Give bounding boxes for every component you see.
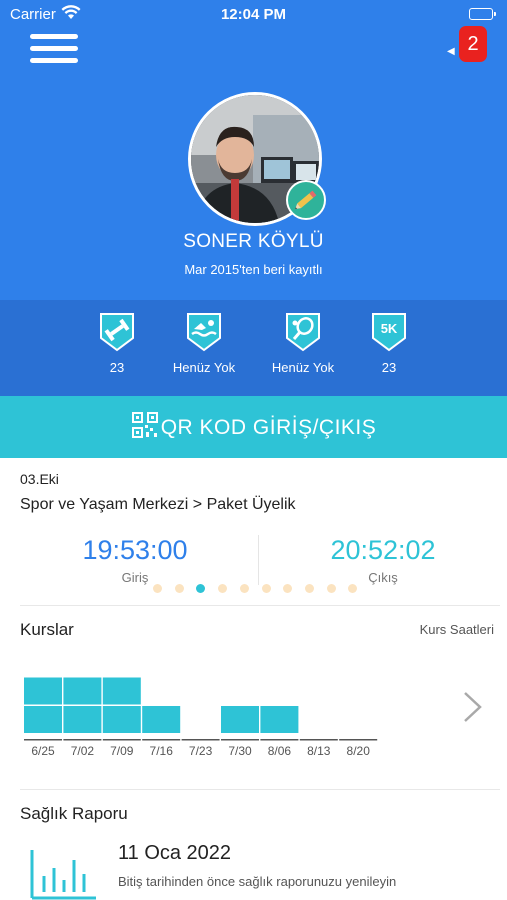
swimming-badge-icon [187,313,221,352]
divider [258,535,259,585]
entry-place: Spor ve Yaşam Merkezi > Paket Üyelik [20,496,296,513]
qr-code-icon [131,412,158,438]
5k-badge-icon: 5K [372,313,406,352]
x-tick-label: 7/02 [71,744,95,758]
badge-5k-text: 5K [381,321,398,336]
battery-icon [469,8,496,20]
bar-baseline [299,739,338,741]
badge-tennis[interactable]: Henüz Yok [253,312,353,375]
bar-baseline [260,739,299,741]
courses-title: Kurslar [20,620,74,639]
badge-label: 23 [381,360,397,375]
bar-block [24,706,62,733]
health-chart-icon [30,850,96,900]
pencil-icon [295,190,317,209]
x-tick-label: 7/30 [228,744,252,758]
notifications-button[interactable]: ◀ 2 [447,26,487,64]
page-dot[interactable] [196,584,206,593]
health-report-date: 11 Oca 2022 [118,842,232,864]
hamburger-menu-button[interactable] [30,34,78,70]
page-dot[interactable] [174,584,184,593]
bar-block [102,677,141,705]
page-dot[interactable] [153,584,162,593]
bar-baseline [181,739,220,741]
bar-block [260,706,299,733]
page-dot[interactable] [283,584,293,593]
tennis-badge-icon [286,313,320,352]
status-bar: Carrier 12:04 PM [0,0,507,28]
bell-icon: ◀ [447,46,455,57]
page-dot[interactable] [261,584,271,593]
courses-bar-chart[interactable]: 6/25 7/02 7/09 7/16 7/23 7/30 8/06 8/13 8/20 [24,676,444,766]
bar-baseline [221,739,259,741]
user-name: SONER KÖYLÜ [183,231,324,252]
member-since: Mar 2015'ten beri kayıtlı [184,262,323,277]
divider [20,605,500,606]
bar-block [142,706,181,733]
x-tick-label: 7/16 [150,744,174,758]
bar-baseline [142,739,181,741]
badge-dumbbell[interactable]: 23 [67,312,167,375]
bar-block [63,677,102,705]
badge-label: Henüz Yok [172,360,236,375]
edit-photo-button[interactable] [286,180,326,220]
bar-block [63,706,102,733]
divider [20,789,500,790]
checkin-label: Giriş [121,570,149,585]
bar-baseline [63,739,102,741]
bar-baseline [102,739,141,741]
bar-block [221,706,259,733]
badge-5k[interactable]: 5K 23 [339,312,439,375]
bar-baseline [339,739,378,741]
achievement-badges: 23 Henüz Yok Henüz Yok 5K 23 [0,300,507,396]
page-dot[interactable] [218,584,228,593]
bar-block [102,706,141,733]
badge-label: 23 [109,360,125,375]
page-dot[interactable] [348,584,358,593]
checkin-time: 19:53:00 [82,535,188,565]
checkout-time: 20:52:02 [330,535,436,565]
x-tick-label: 7/23 [189,744,213,758]
chevron-right-icon[interactable] [462,690,484,724]
clock: 12:04 PM [220,6,287,23]
x-tick-label: 8/20 [347,744,371,758]
dumbbell-badge-icon [100,313,134,352]
qr-checkin-button[interactable]: QR KOD GİRİŞ/ÇIKIŞ [0,396,507,458]
profile-header: Carrier 12:04 PM ◀ 2 SONER KÖYLÜ Mar 201… [0,0,507,300]
x-tick-label: 8/13 [307,744,331,758]
x-tick-label: 8/06 [268,744,292,758]
entry-date: 03.Eki [20,471,59,487]
health-report-note: Bitiş tarihinden önce sağlık raporunuzu … [118,874,397,889]
checkout-label: Çıkış [368,570,398,585]
qr-label: QR KOD GİRİŞ/ÇIKIŞ [160,416,377,439]
course-hours-link[interactable]: Kurs Saatleri [420,622,494,637]
health-report-title: Sağlık Raporu [20,804,128,823]
x-tick-label: 7/09 [110,744,134,758]
page-dot[interactable] [239,584,249,593]
notification-count-badge: 2 [459,26,487,62]
page-dot[interactable] [326,584,336,593]
badge-swimming[interactable]: Henüz Yok [154,312,254,375]
bar-baseline [24,739,62,741]
x-tick-label: 6/25 [31,744,55,758]
bar-block [24,677,62,705]
page-dot[interactable] [304,584,314,593]
badge-label: Henüz Yok [271,360,335,375]
